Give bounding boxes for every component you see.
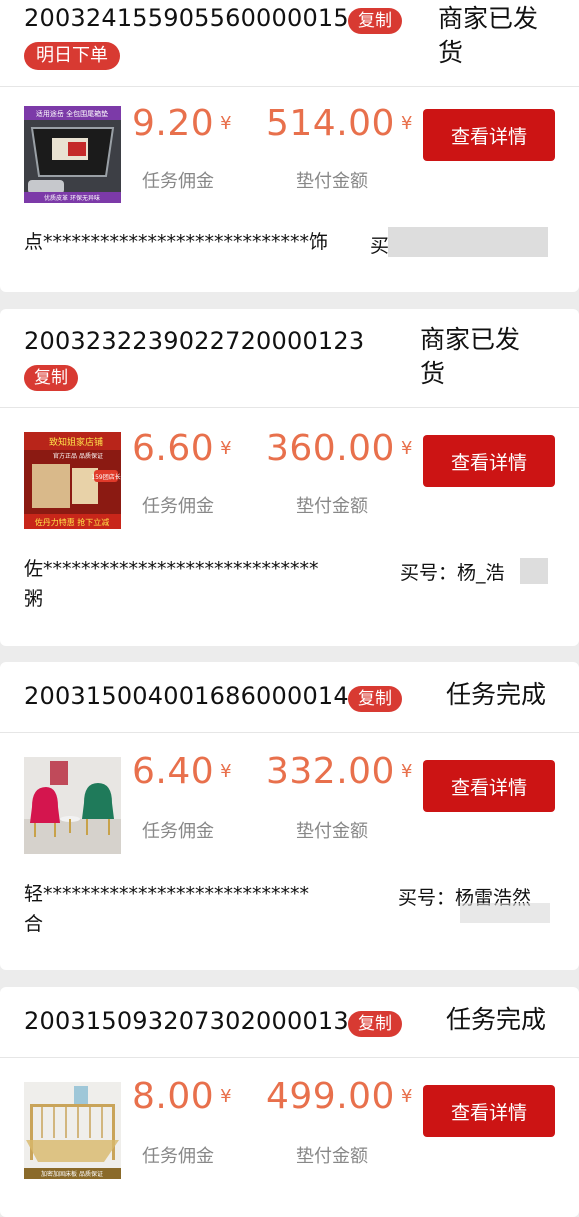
copy-button[interactable]: 复制 [24,365,78,391]
product-thumbnail[interactable] [24,757,121,854]
commission-label: 任务佣金 [142,1146,214,1167]
advance-amount: 514.00 ¥ [266,103,413,144]
svg-text:适用途岳 全包围尾箱垫: 适用途岳 全包围尾箱垫 [36,109,108,118]
order-card: 200324155905560000015 复制 商家已发 货 明日下单 适用途… [0,0,579,292]
order-card: 200315004001686000014 复制 任务完成 6.40 ¥ 任务佣金… [0,662,579,970]
order-card: 2003232239022720000123 复制 商家已发 货 致知姐家店铺 … [0,309,579,646]
view-details-button[interactable]: 查看详情 [423,109,555,161]
armchair-image [24,757,121,854]
commission-amount: 6.40 ¥ [132,751,233,792]
product-thumbnail[interactable]: 适用途岳 全包围尾箱垫 优质皮革 环保无异味 [24,106,121,203]
advance-amount: 360.00 ¥ [266,428,413,469]
commission-amount: 6.60 ¥ [132,428,233,469]
copy-button[interactable]: 复制 [348,1011,402,1037]
commission-label: 任务佣金 [142,496,214,517]
commission-amount: 9.20 ¥ [132,103,233,144]
view-details-button[interactable]: 查看详情 [423,1085,555,1137]
advance-label: 垫付金额 [296,821,368,842]
advance-label: 垫付金额 [296,1146,368,1167]
advance-amount: 332.00 ¥ [266,751,413,792]
order-header: 200315093207302000013 复制 任务完成 [0,987,579,1058]
order-card: 200315093207302000013 复制 任务完成 加密加固床板 品质保… [0,987,579,1217]
svg-text:加密加固床板 品质保证: 加密加固床板 品质保证 [41,1170,103,1178]
svg-text:官方正品 品质保证: 官方正品 品质保证 [53,452,103,460]
redacted-blur [520,558,548,584]
order-tag: 明日下单 [24,42,120,70]
shop-name: 轻**************************** 合 [24,883,310,935]
order-header: 200315004001686000014 复制 任务完成 [0,662,579,733]
advance-label: 垫付金额 [296,496,368,517]
view-details-button[interactable]: 查看详情 [423,435,555,487]
redacted-blur [460,903,550,923]
svg-text:佐丹力特惠 抢下立减: 佐丹力特惠 抢下立减 [35,517,110,527]
product-thumbnail[interactable]: 加密加固床板 品质保证 [24,1082,121,1179]
commission-label: 任务佣金 [142,821,214,842]
svg-text:致知姐家店铺: 致知姐家店铺 [49,436,103,448]
buyer-account: 买号：杨_浩 [400,562,505,584]
advance-label: 垫付金额 [296,171,368,192]
commission-amount: 8.00 ¥ [132,1076,233,1117]
car-trunk-mat-image: 适用途岳 全包围尾箱垫 优质皮革 环保无异味 [24,106,121,203]
product-promo-image: 致知姐家店铺 官方正品 品质保证 159团店长 佐丹力特惠 抢下立减 [24,432,121,529]
order-number: 2003232239022720000123 [24,327,365,355]
shop-name: 点****************************饰 [24,231,329,253]
view-details-button[interactable]: 查看详情 [423,760,555,812]
bed-frame-image: 加密加固床板 品质保证 [24,1082,121,1179]
copy-button[interactable]: 复制 [348,686,402,712]
advance-amount: 499.00 ¥ [266,1076,413,1117]
svg-text:159团店长: 159团店长 [91,473,120,481]
commission-label: 任务佣金 [142,171,214,192]
order-number: 200315093207302000013 [24,1007,349,1035]
svg-text:优质皮革 环保无异味: 优质皮革 环保无异味 [44,194,100,202]
copy-button[interactable]: 复制 [348,8,402,34]
order-status: 任务完成 [446,680,547,709]
buyer-account: 买 [370,235,390,257]
order-status: 任务完成 [446,1005,547,1034]
order-status: 商家已发 货 [438,4,539,67]
redacted-blur [388,227,548,257]
product-thumbnail[interactable]: 致知姐家店铺 官方正品 品质保证 159团店长 佐丹力特惠 抢下立减 [24,432,121,529]
order-header: 2003232239022720000123 复制 商家已发 货 [0,309,579,408]
order-number: 200324155905560000015 [24,4,349,32]
order-status: 商家已发 货 [420,325,521,388]
order-number: 200315004001686000014 [24,682,349,710]
shop-name: 佐***************************** 粥 [24,558,319,610]
order-header: 200324155905560000015 复制 商家已发 货 明日下单 [0,0,579,87]
